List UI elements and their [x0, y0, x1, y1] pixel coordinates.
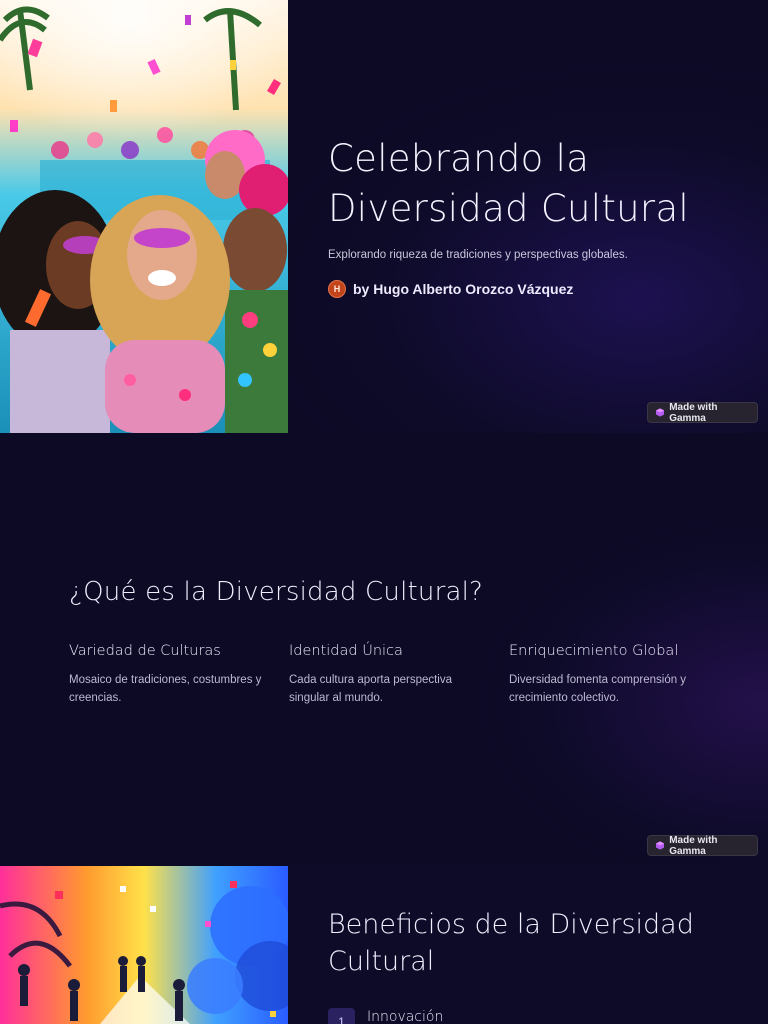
- gamma-presentation-page: Celebrando la Diversidad Cultural Explor…: [0, 0, 768, 1024]
- definition-title: ¿Qué es la Diversidad Cultural?: [69, 577, 484, 607]
- gamma-badge-label: Made with Gamma: [669, 834, 718, 857]
- author-name: by Hugo Alberto Orozco Vázquez: [353, 281, 574, 297]
- title-line-2: Cultural: [328, 946, 435, 977]
- gamma-logo-icon: [656, 841, 665, 850]
- column-text: Mosaico de tradiciones, costumbres y cre…: [69, 674, 262, 704]
- made-with-gamma-badge[interactable]: Made with Gamma: [647, 401, 758, 424]
- author-avatar: H: [328, 280, 346, 298]
- title-line-2: Diversidad Cultural: [328, 187, 689, 230]
- title-line-1: Beneficios de la Diversidad: [328, 909, 694, 940]
- column-text: Diversidad fomenta comprensión y crecimi…: [509, 674, 687, 704]
- column-enriquecimiento: Enriquecimiento Global Diversidad foment…: [509, 643, 704, 707]
- column-heading: Variedad de Culturas: [69, 643, 221, 659]
- gamma-badge-label: Made with Gamma: [669, 401, 718, 424]
- column-identidad: Identidad Única Cada cultura aporta pers…: [289, 643, 469, 707]
- title-line-1: Celebrando la: [328, 137, 590, 180]
- slide-benefits: Beneficios de la Diversidad Cultural 1 I…: [0, 866, 768, 1024]
- column-text: Cada cultura aporta perspectiva singular…: [289, 674, 453, 704]
- benefits-title: Beneficios de la Diversidad Cultural: [328, 906, 748, 980]
- made-with-gamma-badge[interactable]: Made with Gamma: [647, 834, 758, 857]
- column-heading: Identidad Única: [289, 643, 403, 659]
- slide-definition: ¿Qué es la Diversidad Cultural? Variedad…: [0, 433, 768, 866]
- presentation-title: Celebrando la Diversidad Cultural: [328, 134, 748, 234]
- column-variedad: Variedad de Culturas Mosaico de tradicio…: [69, 643, 269, 707]
- slide-title: Celebrando la Diversidad Cultural Explor…: [0, 0, 768, 433]
- column-heading: Enriquecimiento Global: [509, 643, 679, 659]
- author-byline: H by Hugo Alberto Orozco Vázquez: [328, 280, 573, 298]
- item-number-badge: 1: [328, 1008, 355, 1024]
- gamma-logo-icon: [656, 408, 665, 417]
- item-label: Innovación: [367, 1009, 444, 1024]
- benefit-item-innovacion: 1 Innovación: [328, 1008, 443, 1024]
- colorful-art-illustration: [0, 866, 288, 1024]
- festival-crowd-image: [0, 0, 288, 433]
- presentation-subtitle: Explorando riqueza de tradiciones y pers…: [328, 249, 628, 261]
